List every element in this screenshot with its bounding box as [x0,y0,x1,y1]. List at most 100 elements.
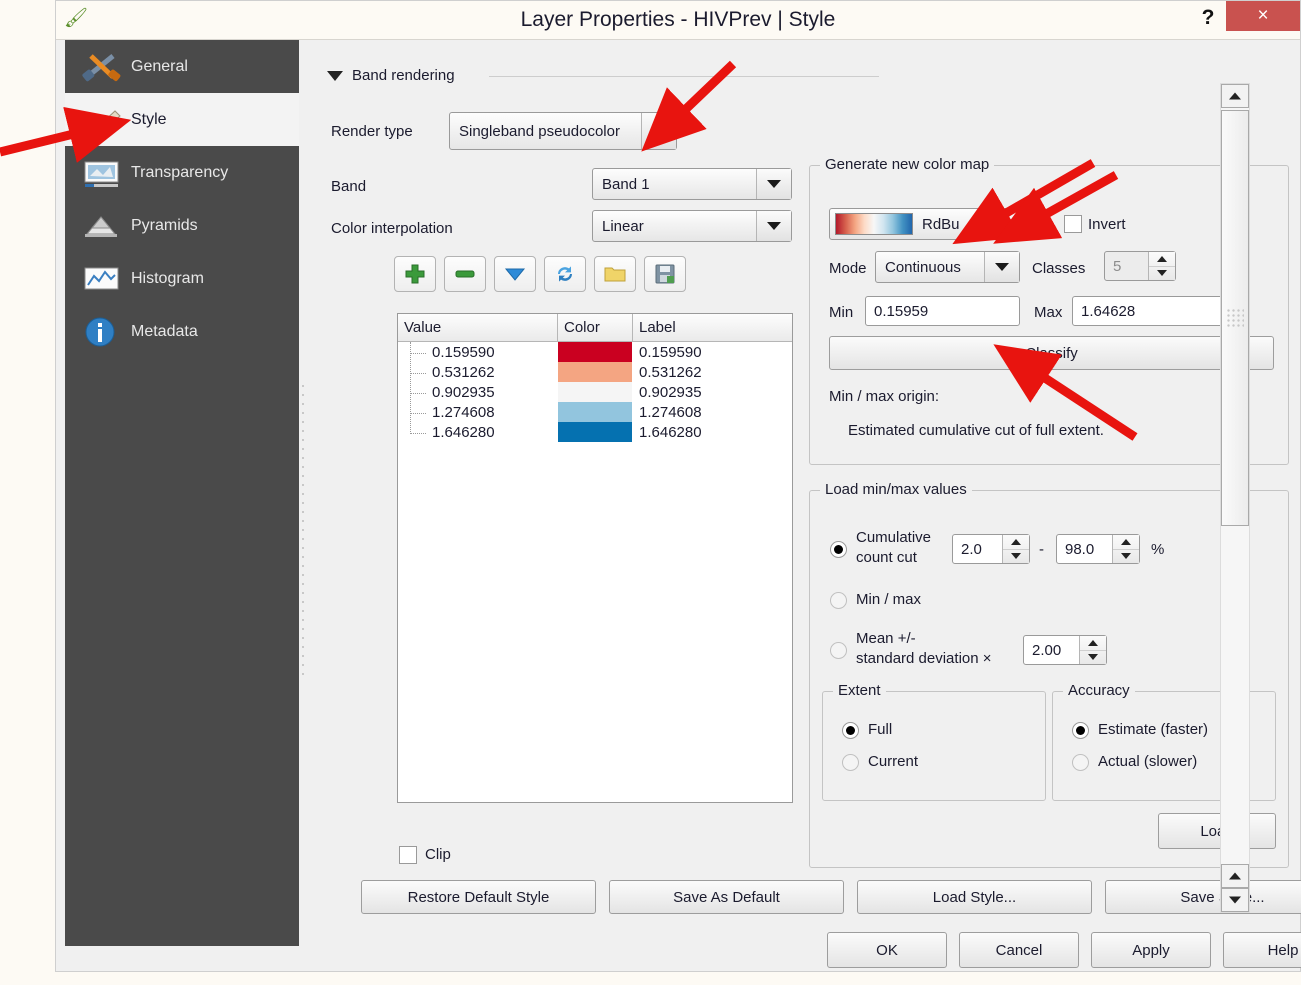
color-ramp-combo[interactable]: RdBu [829,208,1039,240]
chevron-down-icon[interactable] [984,252,1019,282]
load-button[interactable]: Load [1158,813,1276,849]
sidebar-item-style[interactable]: Style [65,93,299,146]
cell-color-swatch[interactable] [558,422,633,442]
title-bar: 🖌 Layer Properties - HIVPrev | Style ? × [56,1,1300,40]
load-colormap-button[interactable] [594,256,636,292]
color-interpolation-value: Linear [602,217,644,235]
load-minmax-title: Load min/max values [820,481,972,498]
render-type-combo[interactable]: Singleband pseudocolor [449,112,677,150]
save-style-button[interactable]: Save Style... [1105,880,1301,914]
extent-full-radio[interactable] [842,722,859,739]
transparency-icon [79,153,125,193]
classes-spinner[interactable]: 5 [1104,251,1176,281]
help-icon[interactable]: ? [1194,3,1222,33]
sidebar-item-general[interactable]: General [65,40,299,93]
ok-button[interactable]: OK [827,932,947,968]
mode-combo[interactable]: Continuous [875,251,1020,283]
invert-checkbox[interactable] [1064,215,1082,233]
minmax-radio[interactable] [830,592,847,609]
remove-entry-button[interactable] [444,256,486,292]
accuracy-estimate-radio[interactable] [1072,722,1089,739]
sidebar-splitter[interactable] [299,40,309,946]
chevron-down-icon[interactable] [641,113,676,149]
table-row[interactable]: 0.902935 0.902935 [398,382,792,402]
accuracy-title: Accuracy [1063,682,1135,699]
cut-low-spinner[interactable]: 2.0 [952,534,1030,564]
cancel-button[interactable]: Cancel [959,932,1079,968]
scroll-up-button-bottom[interactable] [1221,864,1249,888]
spin-up-icon[interactable] [1149,252,1175,267]
accuracy-actual-radio[interactable] [1072,754,1089,771]
cell-color-swatch[interactable] [558,362,633,382]
load-minmax-group: Load min/max values Cumulative count cut… [809,481,1289,868]
chevron-down-icon[interactable] [1003,209,1038,239]
spin-up-icon[interactable] [1080,636,1106,651]
scrollbar-thumb[interactable] [1221,110,1249,526]
reload-button[interactable] [544,256,586,292]
cell-label: 1.646280 [639,423,702,441]
cell-label: 1.274608 [639,403,702,421]
folder-icon [604,267,626,282]
mean-stddev-radio[interactable] [830,642,847,659]
generate-color-map-group: Generate new color map RdBu Invert Mode … [809,156,1289,465]
min-input[interactable]: 0.15959 [865,296,1020,326]
sort-entries-button[interactable] [494,256,536,292]
save-as-default-button[interactable]: Save As Default [609,880,844,914]
apply-button[interactable]: Apply [1091,932,1211,968]
sidebar-item-histogram[interactable]: Histogram [65,252,299,305]
spinner-buttons[interactable] [1148,252,1175,280]
spin-up-icon[interactable] [1113,535,1139,550]
spin-down-icon[interactable] [1003,550,1029,564]
help-button[interactable]: Help [1223,932,1301,968]
cut-high-spinner[interactable]: 98.0 [1056,534,1140,564]
collapse-triangle-icon[interactable] [327,70,343,81]
cumulative-count-cut-radio[interactable] [830,541,847,558]
save-colormap-button[interactable] [644,256,686,292]
extent-current-radio[interactable] [842,754,859,771]
band-combo[interactable]: Band 1 [592,168,792,200]
close-icon[interactable]: × [1226,1,1300,31]
spin-down-icon[interactable] [1080,651,1106,665]
max-label: Max [1034,304,1063,321]
vertical-scrollbar[interactable] [1220,83,1250,913]
sidebar-item-label: General [131,57,188,75]
sidebar-item-transparency[interactable]: Transparency [65,146,299,199]
column-header-label: Label [633,314,792,342]
load-style-button[interactable]: Load Style... [857,880,1092,914]
spinner-buttons[interactable] [1079,636,1106,664]
cell-color-swatch[interactable] [558,382,633,402]
render-type-value: Singleband pseudocolor [459,122,620,140]
color-interpolation-label: Color interpolation [331,220,453,237]
table-row[interactable]: 1.274608 1.274608 [398,402,792,422]
sidebar-item-pyramids[interactable]: Pyramids [65,199,299,252]
spin-up-icon[interactable] [1003,535,1029,550]
stddev-spinner[interactable]: 2.00 [1023,635,1107,665]
table-row[interactable]: 0.531262 0.531262 [398,362,792,382]
cell-color-swatch[interactable] [558,342,633,362]
chevron-down-icon[interactable] [756,169,791,199]
classes-value: 5 [1113,257,1122,275]
minmax-radio-label: Min / max [856,591,922,608]
table-row[interactable]: 1.646280 1.646280 [398,422,792,442]
spinner-buttons[interactable] [1002,535,1029,563]
spinner-buttons[interactable] [1112,535,1139,563]
scroll-down-button[interactable] [1221,888,1249,912]
sidebar-item-label: Transparency [131,163,229,181]
color-map-table[interactable]: Value Color Label 0.159590 0.159590 0.5312… [397,313,793,803]
chevron-down-icon[interactable] [756,211,791,241]
cut-range-dash: - [1039,541,1044,558]
restore-default-style-button[interactable]: Restore Default Style [361,880,596,914]
scroll-up-button[interactable] [1221,84,1249,108]
cell-color-swatch[interactable] [558,402,633,422]
classify-button[interactable]: Classify [829,336,1274,370]
band-rendering-header[interactable]: Band rendering [327,67,455,84]
clip-checkbox[interactable] [399,846,417,864]
max-input[interactable]: 1.64628 [1072,296,1227,326]
sidebar-item-metadata[interactable]: Metadata [65,305,299,358]
cell-label: 0.531262 [639,363,702,381]
color-interpolation-combo[interactable]: Linear [592,210,792,242]
add-entry-button[interactable] [394,256,436,292]
spin-down-icon[interactable] [1149,267,1175,281]
spin-down-icon[interactable] [1113,550,1139,564]
table-row[interactable]: 0.159590 0.159590 [398,342,792,362]
